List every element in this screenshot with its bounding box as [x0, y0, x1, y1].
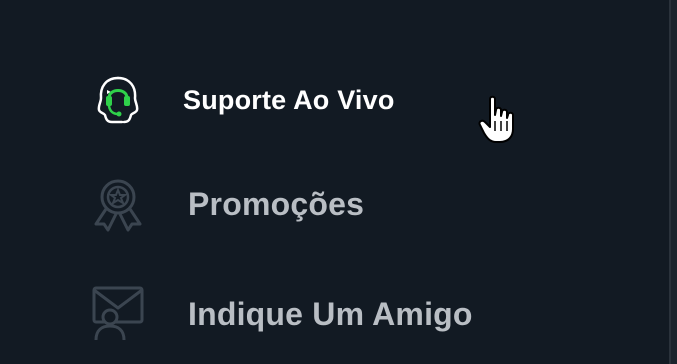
- award-badge-icon: [88, 174, 148, 234]
- hand-pointer-cursor-icon: [478, 95, 518, 145]
- menu-item-label: Promoções: [188, 185, 365, 222]
- menu-item-refer-friend[interactable]: Indique Um Amigo: [88, 284, 473, 344]
- menu-item-label: Indique Um Amigo: [188, 295, 473, 332]
- menu-item-live-support[interactable]: Suporte Ao Vivo: [88, 70, 395, 130]
- menu-item-promotions[interactable]: Promoções: [88, 174, 364, 234]
- sidebar-menu: Suporte Ao Vivo Promoções Indique Um Ami…: [0, 0, 677, 364]
- sidebar-divider: [669, 0, 677, 364]
- headset-support-icon: [88, 70, 148, 130]
- menu-item-label: Suporte Ao Vivo: [183, 84, 395, 115]
- invite-friend-icon: [88, 284, 148, 344]
